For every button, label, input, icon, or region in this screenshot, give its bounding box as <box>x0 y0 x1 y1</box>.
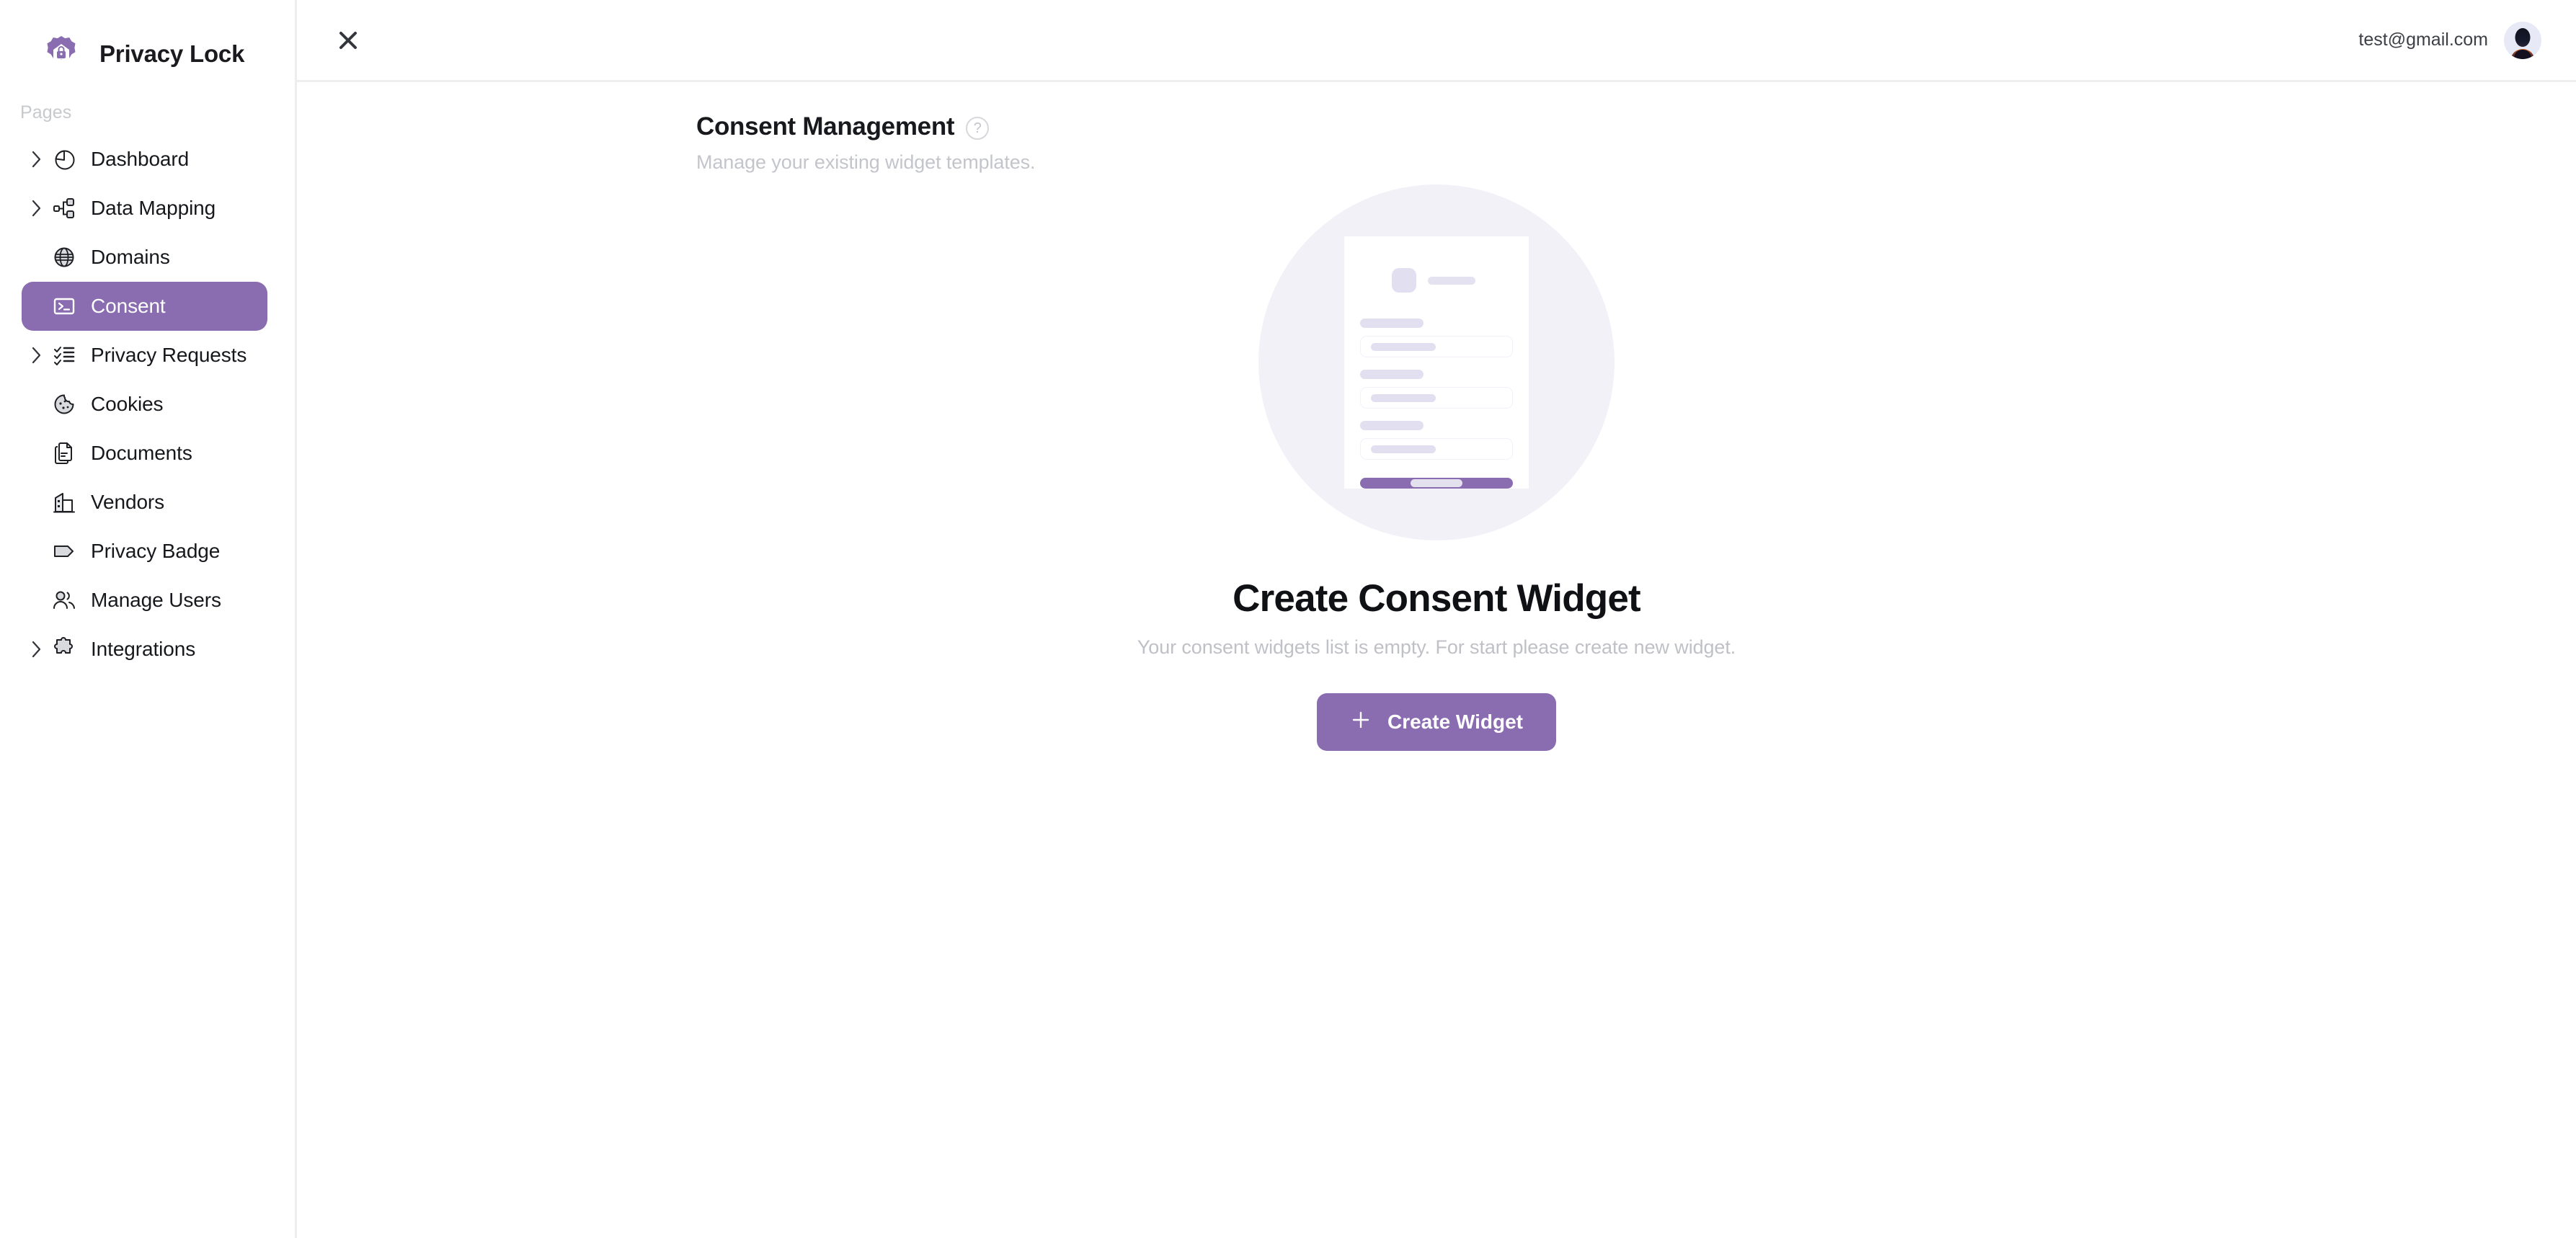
illustration-field <box>1360 319 1513 357</box>
illustration-field-input <box>1360 438 1513 460</box>
page-title: Consent Management <box>696 112 955 141</box>
sidebar-nav: Dashboard Data Mapping Domains Consent P… <box>0 135 295 674</box>
checklist-icon <box>49 343 79 368</box>
globe-icon <box>49 245 79 270</box>
page-subtitle: Manage your existing widget templates. <box>696 151 1036 173</box>
sidebar: Privacy Lock Pages Dashboard Data Mappin… <box>0 0 297 1238</box>
sidebar-item-consent[interactable]: Consent <box>22 282 267 331</box>
privacy-lock-badge-icon <box>42 35 81 74</box>
illustration-submit-placeholder <box>1360 478 1513 489</box>
illustration-field-value <box>1371 445 1436 453</box>
create-widget-button-label: Create Widget <box>1387 711 1523 733</box>
sidebar-item-integrations[interactable]: Integrations <box>22 625 267 674</box>
illustration-submit-label <box>1411 479 1462 487</box>
sidebar-item-privacy-badge[interactable]: Privacy Badge <box>22 527 267 576</box>
illustration-field-label <box>1360 370 1424 379</box>
terminal-icon <box>49 294 79 319</box>
sidebar-item-vendors[interactable]: Vendors <box>22 478 267 527</box>
illustration-field-value <box>1371 393 1436 402</box>
tag-icon <box>49 539 79 564</box>
app-root: Privacy Lock Pages Dashboard Data Mappin… <box>0 0 2576 1238</box>
sidebar-item-label: Data Mapping <box>91 197 216 219</box>
illustration-logo-placeholder <box>1392 268 1416 293</box>
sidebar-item-label: Consent <box>91 295 166 317</box>
illustration-card <box>1344 236 1529 489</box>
sidebar-item-label: Dashboard <box>91 148 190 170</box>
page-title-row: Consent Management ? <box>696 112 2576 141</box>
sidebar-item-privacy-requests[interactable]: Privacy Requests <box>22 331 267 380</box>
brand[interactable]: Privacy Lock <box>0 0 295 82</box>
building-icon <box>49 490 79 515</box>
user-email: test@gmail.com <box>2358 30 2488 50</box>
illustration-field-value <box>1371 342 1436 351</box>
user-menu[interactable]: test@gmail.com <box>2358 21 2541 59</box>
sidebar-item-label: Privacy Requests <box>91 344 247 366</box>
main-content: test@gmail.com Consent Management ? Mana… <box>297 0 2576 1238</box>
illustration-title-placeholder <box>1428 276 1475 285</box>
illustration-fields <box>1360 319 1513 472</box>
consent-widget-form-illustration <box>1258 184 1615 540</box>
hierarchy-icon <box>49 196 79 221</box>
documents-icon <box>49 441 79 466</box>
illustration-field <box>1360 421 1513 460</box>
close-icon[interactable] <box>326 18 370 63</box>
help-circle-icon[interactable]: ? <box>966 117 990 140</box>
sidebar-item-label: Documents <box>91 442 192 464</box>
illustration-field-input <box>1360 336 1513 357</box>
sidebar-item-label: Privacy Badge <box>91 540 221 562</box>
sidebar-item-label: Domains <box>91 246 170 268</box>
sidebar-item-dashboard[interactable]: Dashboard <box>22 135 267 184</box>
illustration-field-input <box>1360 387 1513 409</box>
chevron-right-icon[interactable] <box>25 639 49 659</box>
sidebar-item-label: Manage Users <box>91 589 221 611</box>
illustration-field-label <box>1360 421 1424 430</box>
empty-state-title: Create Consent Widget <box>1233 577 1641 620</box>
sidebar-item-cookies[interactable]: Cookies <box>22 380 267 429</box>
sidebar-item-documents[interactable]: Documents <box>22 429 267 478</box>
sidebar-item-manage-users[interactable]: Manage Users <box>22 576 267 625</box>
brand-name: Privacy Lock <box>99 40 245 67</box>
chevron-right-icon[interactable] <box>25 345 49 365</box>
empty-state: Create Consent Widget Your consent widge… <box>297 174 2576 1238</box>
sidebar-item-label: Integrations <box>91 638 196 660</box>
sidebar-item-label: Vendors <box>91 491 165 513</box>
sidebar-item-label: Cookies <box>91 393 164 415</box>
page-header: Consent Management ? Manage your existin… <box>297 82 2576 174</box>
chevron-right-icon[interactable] <box>25 149 49 169</box>
create-widget-button[interactable]: Create Widget <box>1316 693 1556 751</box>
illustration-field <box>1360 370 1513 409</box>
topbar: test@gmail.com <box>297 0 2576 82</box>
illustration-card-header <box>1392 268 1513 293</box>
empty-state-description: Your consent widgets list is empty. For … <box>1137 636 1736 658</box>
sidebar-item-data-mapping[interactable]: Data Mapping <box>22 184 267 233</box>
sidebar-section-label: Pages <box>20 102 72 123</box>
avatar[interactable] <box>2504 21 2541 59</box>
illustration-field-label <box>1360 319 1424 328</box>
sidebar-item-domains[interactable]: Domains <box>22 233 267 282</box>
cookie-icon <box>49 392 79 417</box>
puzzle-piece-icon <box>49 637 79 662</box>
pie-chart-icon <box>49 147 79 172</box>
users-icon <box>49 588 79 613</box>
plus-icon <box>1350 709 1372 735</box>
chevron-right-icon[interactable] <box>25 198 49 218</box>
